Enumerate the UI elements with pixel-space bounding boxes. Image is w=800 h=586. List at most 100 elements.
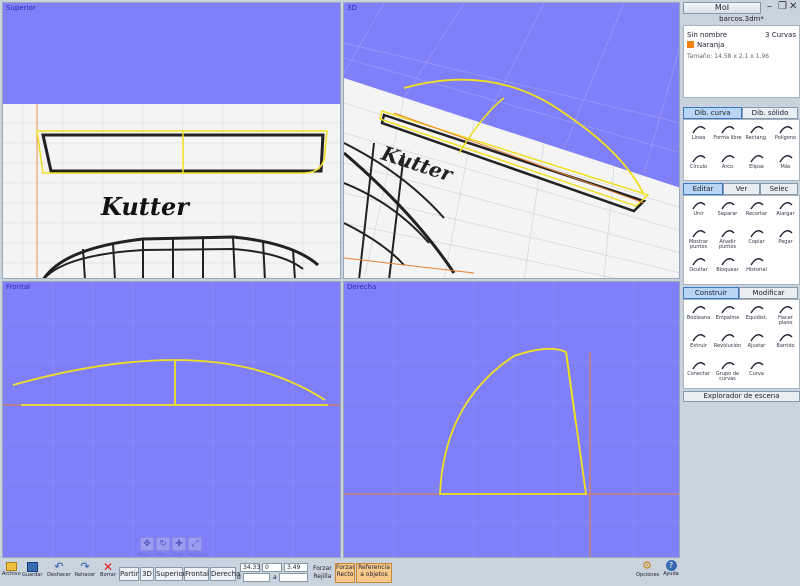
tab-modify[interactable]: Modificar [739, 287, 798, 299]
trim-icon [749, 199, 765, 211]
layer-name[interactable]: Naranja [697, 41, 724, 49]
extrude-tool[interactable]: Extruir [684, 331, 713, 349]
view-right-button[interactable]: Derecha [210, 567, 240, 581]
sweep-icon [778, 331, 794, 343]
view-front-button[interactable]: Frontal [184, 567, 209, 581]
planar-icon [778, 303, 794, 315]
curve-group-icon [720, 359, 736, 371]
view-nav-labels: Mover Rotar Zoom Restaurar [138, 552, 208, 557]
options-button[interactable]: ⚙ Opciones [636, 559, 659, 578]
angle-field[interactable] [279, 573, 308, 582]
offset-tool[interactable]: Equidist. [742, 303, 771, 321]
object-snap-toggle[interactable]: Referencia a objetos [356, 563, 392, 583]
join-tool[interactable]: Unir [684, 199, 713, 217]
scene-browser-button[interactable]: Explorador de escena [683, 391, 800, 402]
view-split-button[interactable]: Partir [119, 567, 139, 581]
arc-tool[interactable]: Arco [713, 152, 742, 170]
trim-tool[interactable]: Recortar [742, 199, 771, 217]
options-icon: ⚙ [642, 559, 652, 572]
front-view-canvas [3, 282, 340, 557]
construct-tools: Booleana Empalme Equidist. Hacer plano Extru… [683, 299, 800, 389]
loft-tool[interactable]: Ajustar [742, 331, 771, 349]
tab-view[interactable]: Ver [723, 183, 760, 195]
viewport-top[interactable]: Superior Kutter [2, 2, 341, 279]
add-points-icon [720, 227, 736, 239]
scene-name: Sin nombre [687, 31, 728, 39]
view-3d-button[interactable]: 3D [140, 567, 154, 581]
copy-tool[interactable]: Copiar [742, 227, 771, 245]
tab-construct[interactable]: Construir [683, 287, 739, 299]
viewport-title[interactable]: Derecha [347, 283, 376, 291]
boolean-tool[interactable]: Booleana [684, 303, 713, 321]
circle-icon [691, 152, 707, 164]
viewport-right[interactable]: Derecha [343, 281, 680, 558]
add-points-tool[interactable]: Añadir puntos [713, 227, 742, 250]
viewport-title[interactable]: 3D [347, 4, 357, 12]
freeform-tool[interactable]: Forma libre [713, 123, 742, 141]
curve-group-tool[interactable]: Grupo de curvas [713, 359, 742, 382]
view-top-button[interactable]: Superior [155, 567, 186, 581]
show-points-tool[interactable]: Mostrar puntos [684, 227, 713, 250]
layer-swatch[interactable] [687, 41, 694, 48]
hide-tool[interactable]: Ocultar [684, 255, 713, 273]
coord-y-field[interactable]: 0 [262, 563, 282, 572]
distance-field[interactable] [243, 573, 270, 582]
tool-label: Polígono [774, 135, 797, 141]
tool-label: Añadir puntos [718, 239, 737, 250]
lock-tool[interactable]: Bloquear [713, 255, 742, 273]
tool-palette: MoI – ❐ ✕ barcos.3dm* Sin nombre 3 Curva… [683, 0, 800, 586]
restore-icon[interactable]: ❐ [778, 2, 787, 12]
view-nav-controls[interactable]: ✥ ↻ ✚ ⤢ [140, 537, 202, 551]
curve-tool[interactable]: Curva [742, 359, 771, 377]
more-tool[interactable]: Más [771, 152, 800, 170]
separate-icon [720, 199, 736, 211]
ellipse-tool[interactable]: Elipse [742, 152, 771, 170]
planar-tool[interactable]: Hacer plano [771, 303, 800, 326]
reset-icon[interactable]: ⤢ [188, 537, 202, 551]
polygon-tool[interactable]: Polígono [771, 123, 800, 141]
zoom-icon[interactable]: ✚ [172, 537, 186, 551]
open-button[interactable]: Archivo [2, 562, 21, 577]
history-icon [749, 255, 765, 267]
polygon-icon [778, 123, 794, 135]
folder-icon [5, 562, 17, 571]
sweep-tool[interactable]: Barrido [771, 331, 800, 349]
paste-icon [778, 227, 794, 239]
minimize-icon[interactable]: – [767, 2, 772, 12]
tab-edit[interactable]: Editar [683, 183, 723, 195]
rectangle-tool[interactable]: Rectang. [742, 123, 771, 141]
close-icon[interactable]: ✕ [789, 2, 797, 12]
tool-label: Empalme [715, 315, 740, 321]
viewport-front[interactable]: Frontal ✥ ↻ ✚ ⤢ Mover Rotar Zoom Restaurar [2, 281, 341, 558]
viewport-title[interactable]: Superior [6, 4, 36, 12]
separate-tool[interactable]: Separar [713, 199, 742, 217]
pan-icon[interactable]: ✥ [140, 537, 154, 551]
history-tool[interactable]: Historial [742, 255, 771, 273]
tab-draw-solid[interactable]: Dib. sólido [742, 107, 798, 119]
viewport-3d[interactable]: 3D Kutter [343, 2, 680, 279]
save-button[interactable]: Guardar [22, 562, 42, 578]
extend-tool[interactable]: Alargar [771, 199, 800, 217]
tab-draw-curve[interactable]: Dib. curva [683, 107, 742, 119]
delete-button[interactable]: ✕ Borrar [98, 561, 118, 578]
snap-grid-toggle[interactable]: Forzar Rejilla [313, 565, 332, 581]
line-tool[interactable]: Línea [684, 123, 713, 141]
circle-tool[interactable]: Círculo [684, 152, 713, 170]
app-title: MoI [683, 2, 761, 14]
loft-icon [749, 331, 765, 343]
paste-tool[interactable]: Pegar [771, 227, 800, 245]
arc-icon [720, 152, 736, 164]
fillet-tool[interactable]: Empalme [713, 303, 742, 321]
file-name: barcos.3dm* [719, 15, 764, 23]
tab-select[interactable]: Selec [760, 183, 798, 195]
coord-x-field[interactable]: 34.33 [240, 563, 260, 572]
rotate-icon[interactable]: ↻ [156, 537, 170, 551]
ortho-toggle[interactable]: Forzar Recto [335, 563, 355, 583]
redo-button[interactable]: ↷ Rehacer [73, 561, 97, 578]
network-tool[interactable]: Conectar [684, 359, 713, 377]
coord-z-field[interactable]: 3.49 [284, 563, 308, 572]
viewport-title[interactable]: Frontal [6, 283, 30, 291]
undo-button[interactable]: ↶ Deshacer [47, 561, 71, 578]
help-button[interactable]: ? Ayuda [662, 560, 680, 577]
revolve-tool[interactable]: Revolución [713, 331, 742, 349]
